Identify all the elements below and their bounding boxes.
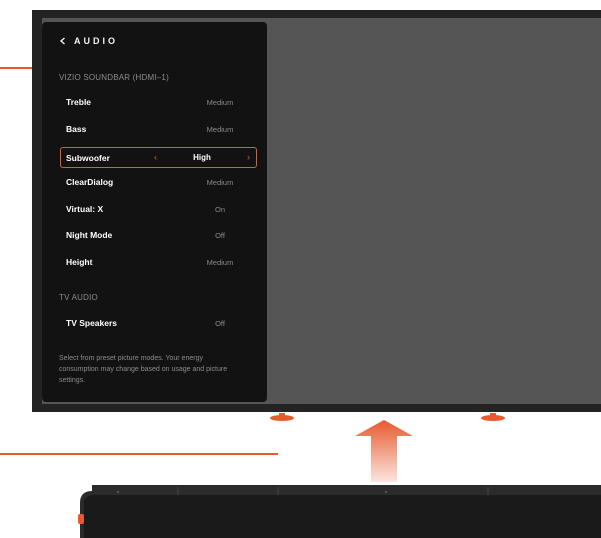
menu-item-treble[interactable]: Treble Medium bbox=[60, 92, 257, 112]
menu-item-virtual-x[interactable]: Virtual: X On bbox=[60, 199, 257, 219]
menu-item-value: Medium bbox=[206, 97, 234, 107]
menu-item-bass[interactable]: Bass Medium bbox=[60, 119, 257, 139]
chevron-left-icon[interactable] bbox=[58, 36, 68, 46]
help-text: Select from preset picture modes. Your e… bbox=[59, 355, 228, 384]
chevron-right-icon[interactable]: › bbox=[247, 152, 250, 162]
menu-item-value: Medium bbox=[206, 177, 234, 187]
menu-item-value: Off bbox=[215, 230, 225, 240]
chevron-left-icon[interactable]: ‹ bbox=[154, 152, 157, 162]
menu-item-label: ClearDialog bbox=[66, 177, 114, 187]
section-label-soundbar: VIZIO SOUNDBAR (HDMI–1) bbox=[59, 73, 169, 82]
menu-item-label: Subwoofer bbox=[66, 152, 110, 163]
soundbar bbox=[78, 485, 601, 538]
menu-item-value: High bbox=[193, 153, 211, 162]
callout-line-soundbar bbox=[0, 453, 278, 455]
menu-item-label: Night Mode bbox=[66, 230, 113, 240]
menu-item-value: Off bbox=[215, 318, 225, 328]
panel-title: AUDIO bbox=[74, 36, 118, 46]
menu-item-label: Virtual: X bbox=[66, 204, 104, 214]
panel-header[interactable]: AUDIO bbox=[58, 36, 118, 46]
menu-item-label: Treble bbox=[66, 97, 92, 107]
section-label-tv-audio: TV AUDIO bbox=[59, 293, 98, 302]
menu-item-height[interactable]: Height Medium bbox=[60, 252, 257, 272]
menu-item-value: On bbox=[214, 204, 225, 214]
tv-foot-left bbox=[270, 413, 294, 421]
menu-item-value: Medium bbox=[206, 124, 234, 134]
up-arrow-icon bbox=[355, 420, 413, 482]
menu-item-label: TV Speakers bbox=[66, 318, 118, 328]
menu-item-label: Height bbox=[66, 257, 93, 267]
menu-item-label: Bass bbox=[66, 124, 87, 134]
menu-item-night-mode[interactable]: Night Mode Off bbox=[60, 225, 257, 245]
menu-item-tv-speakers[interactable]: TV Speakers Off bbox=[60, 313, 257, 333]
audio-settings-panel: AUDIO VIZIO SOUNDBAR (HDMI–1) Treble Med… bbox=[42, 22, 267, 402]
menu-item-subwoofer[interactable]: Subwoofer ‹ High › bbox=[60, 147, 257, 168]
tv-foot-right bbox=[481, 413, 505, 421]
menu-item-cleardialog[interactable]: ClearDialog Medium bbox=[60, 172, 257, 192]
menu-item-value: Medium bbox=[206, 257, 234, 267]
